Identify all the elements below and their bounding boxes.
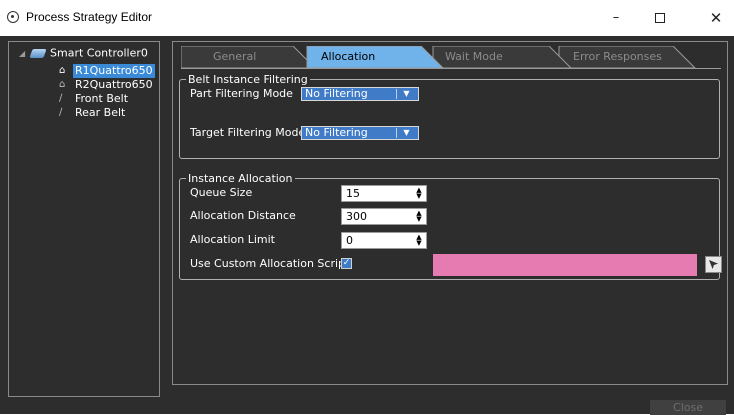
tab-error-responses[interactable]: Error Responses (557, 46, 662, 68)
belt-instance-filtering-group: Belt Instance Filtering Part Filtering M… (179, 73, 720, 159)
custom-allocation-script-checkbox[interactable]: ✓ (341, 258, 352, 269)
tab-label: Wait Mode (445, 50, 503, 63)
tab-general[interactable]: General (197, 46, 256, 68)
window-title: Process Strategy Editor (26, 10, 153, 24)
maximize-button[interactable] (640, 6, 680, 30)
tree-item-label: Rear Belt (75, 106, 126, 119)
maximize-icon (655, 12, 665, 23)
group-title: Belt Instance Filtering (186, 73, 310, 86)
tree-item-label: R1Quattro650 (73, 64, 155, 78)
allocation-limit-label: Allocation Limit (190, 233, 275, 246)
instance-allocation-group: Instance Allocation Queue Size 15 ▲ ▼ All… (179, 172, 722, 280)
minimize-button[interactable]: – (596, 6, 636, 30)
tree-item-label: R2Quattro650 (75, 78, 153, 91)
spin-arrows-icon[interactable]: ▲ ▼ (415, 234, 423, 247)
custom-script-field[interactable] (433, 254, 697, 276)
queue-size-label: Queue Size (190, 186, 253, 199)
dropdown-value: No Filtering (305, 126, 368, 139)
chevron-down-icon[interactable]: ▼ (396, 89, 416, 99)
custom-allocation-script-label: Use Custom Allocation Script (190, 257, 350, 270)
tab-label: Allocation (321, 50, 376, 63)
tree-item-label: Front Belt (75, 92, 129, 105)
robot-icon: ⌂ (59, 79, 66, 90)
allocation-distance-value: 300 (346, 210, 367, 223)
allocation-limit-stepper[interactable]: 0 ▲ ▼ (341, 232, 427, 249)
app-icon (7, 11, 19, 23)
tree-panel: ◢ Smart Controller0 ⌂ R1Quattro650 ⌂ R2Qu… (8, 41, 160, 397)
expand-arrow-icon[interactable]: ◢ (19, 49, 29, 58)
group-title: Instance Allocation (186, 172, 295, 185)
window-body: ◢ Smart Controller0 ⌂ R1Quattro650 ⌂ R2Qu… (0, 36, 734, 415)
allocation-limit-value: 0 (346, 234, 353, 247)
belt-icon: ∕ (59, 107, 63, 118)
belt-icon: ∕ (59, 93, 63, 104)
spin-arrows-icon[interactable]: ▲ ▼ (415, 210, 423, 223)
queue-size-value: 15 (346, 187, 360, 200)
dropdown-value: No Filtering (305, 87, 368, 100)
queue-size-stepper[interactable]: 15 ▲ ▼ (341, 185, 427, 202)
allocation-distance-stepper[interactable]: 300 ▲ ▼ (341, 208, 427, 225)
tree-root-label: Smart Controller0 (50, 46, 148, 60)
target-filtering-mode-dropdown[interactable]: No Filtering ▼ (301, 126, 419, 140)
spin-arrows-icon[interactable]: ▲ ▼ (415, 187, 423, 200)
part-filtering-mode-dropdown[interactable]: No Filtering ▼ (301, 87, 419, 101)
content-panel: General Allocation Wait Mode Error Respo… (172, 41, 728, 385)
part-filtering-mode-label: Part Filtering Mode (190, 87, 293, 100)
target-filtering-mode-label: Target Filtering Mode (190, 126, 306, 139)
close-window-button[interactable]: ✕ (696, 6, 734, 30)
tab-label: General (213, 50, 257, 63)
tree-root-smart-controller[interactable]: ◢ Smart Controller0 (19, 46, 148, 62)
allocation-distance-label: Allocation Distance (190, 209, 296, 222)
title-bar: Process Strategy Editor – ✕ (0, 0, 734, 36)
tab-allocation[interactable]: Allocation (305, 46, 375, 68)
robot-icon: ⌂ (59, 65, 66, 76)
chevron-down-icon[interactable]: ▼ (396, 128, 416, 138)
close-button[interactable]: Close (650, 400, 726, 415)
select-script-button[interactable] (705, 256, 722, 273)
tab-wait-mode[interactable]: Wait Mode (429, 46, 503, 68)
tab-label: Error Responses (573, 50, 662, 63)
controller-icon (29, 48, 47, 58)
